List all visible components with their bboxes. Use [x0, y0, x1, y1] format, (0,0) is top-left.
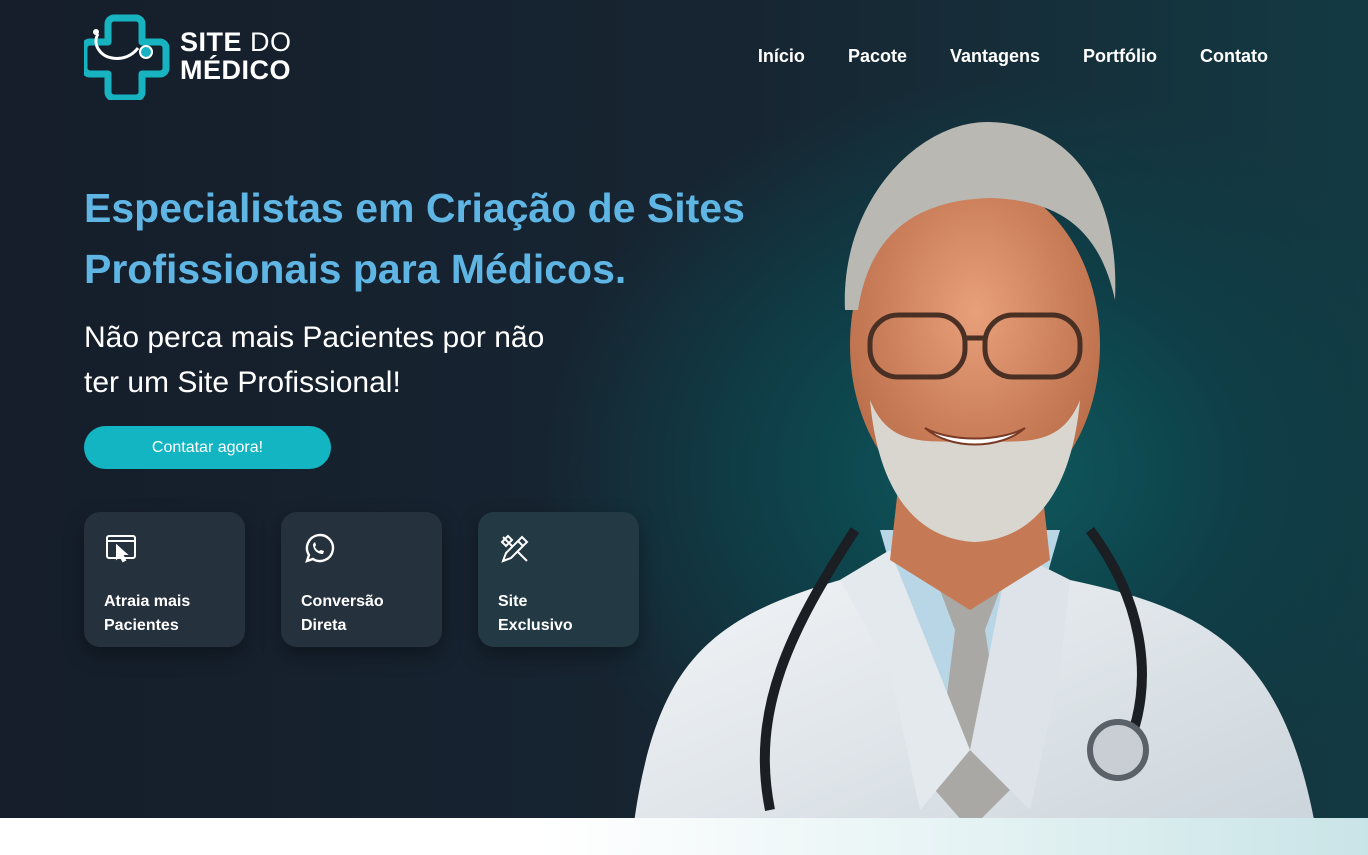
- whatsapp-icon: [305, 533, 335, 563]
- next-section-edge: [0, 818, 1368, 855]
- feature-cards: Atraia mais Pacientes Conversão Direta S…: [84, 512, 639, 647]
- nav-link-portfolio[interactable]: Portfólio: [1083, 46, 1157, 67]
- feature-label-line-2: Direta: [301, 617, 347, 634]
- design-tools-icon: [500, 534, 529, 563]
- feature-card-attract-patients: Atraia mais Pacientes: [84, 512, 245, 647]
- monitor-cursor-icon: [106, 535, 136, 563]
- hero-headline: Especialistas em Criação de Sites Profis…: [84, 178, 844, 300]
- nav-link-inicio[interactable]: Início: [758, 46, 805, 67]
- contact-now-button[interactable]: Contatar agora!: [84, 426, 331, 469]
- subheadline-line-1: Não perca mais Pacientes por não: [84, 321, 545, 354]
- logo-word-site: SITE: [180, 26, 243, 57]
- hero-subheadline: Não perca mais Pacientes por não ter um …: [84, 315, 684, 405]
- feature-label-line-1: Atraia mais: [104, 593, 191, 610]
- logo-word-medico: MÉDICO: [180, 54, 291, 85]
- headline-line-1: Especialistas em Criação de Sites: [84, 185, 745, 231]
- hero-section: SITE DO MÉDICO Início Pacote Vantagens P…: [0, 0, 1368, 818]
- subheadline-line-2: ter um Site Profissional!: [84, 366, 401, 399]
- feature-label-line-1: Site: [498, 593, 528, 610]
- nav-link-vantagens[interactable]: Vantagens: [950, 46, 1040, 67]
- logo-text: SITE DO MÉDICO: [180, 26, 292, 85]
- feature-label: Site Exclusivo: [498, 590, 613, 638]
- feature-label: Conversão Direta: [301, 590, 416, 638]
- nav-link-contato[interactable]: Contato: [1200, 46, 1268, 67]
- feature-label: Atraia mais Pacientes: [104, 590, 219, 638]
- main-nav: Início Pacote Vantagens Portfólio Contat…: [758, 46, 1268, 67]
- medical-cross-stethoscope-icon: [84, 14, 170, 100]
- headline-line-2: Profissionais para Médicos.: [84, 246, 627, 292]
- feature-label-line-1: Conversão: [301, 593, 384, 610]
- logo-word-do: DO: [250, 26, 292, 57]
- feature-card-exclusive-site: Site Exclusivo: [478, 512, 639, 647]
- feature-card-direct-conversion: Conversão Direta: [281, 512, 442, 647]
- nav-link-pacote[interactable]: Pacote: [848, 46, 907, 67]
- feature-label-line-2: Pacientes: [104, 617, 179, 634]
- feature-label-line-2: Exclusivo: [498, 617, 573, 634]
- site-logo[interactable]: SITE DO MÉDICO: [84, 12, 292, 100]
